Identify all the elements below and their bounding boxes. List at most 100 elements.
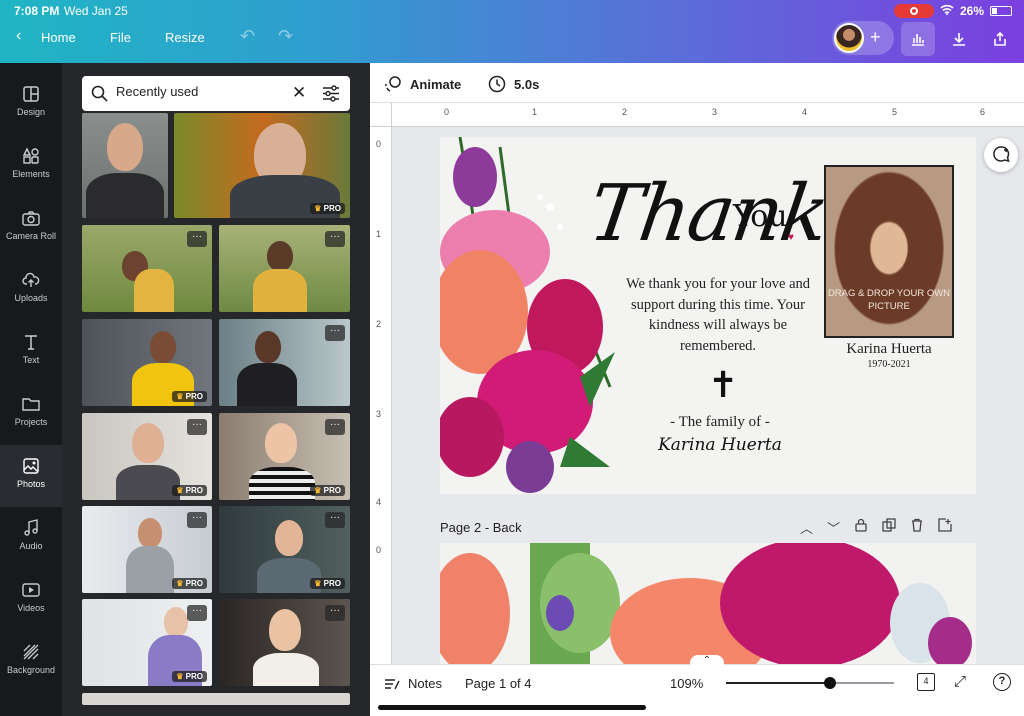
zoom-slider-handle[interactable] — [824, 677, 837, 689]
add-page-icon[interactable] — [938, 518, 952, 537]
insights-chart-icon[interactable] — [901, 22, 935, 56]
more-options-button[interactable]: ··· — [325, 419, 345, 435]
memorial-years[interactable]: 1970-2021 — [824, 359, 954, 370]
battery-percent: 26% — [959, 4, 984, 18]
photo-thumbnail[interactable]: ··· — [82, 225, 212, 312]
trash-icon[interactable] — [910, 518, 924, 537]
rail-item-uploads[interactable]: Uploads — [0, 259, 62, 321]
avatar[interactable] — [834, 23, 864, 53]
photo-thumbnail[interactable] — [82, 693, 350, 705]
file-menu-button[interactable]: File — [110, 30, 131, 45]
photo-thumbnail[interactable] — [82, 113, 168, 218]
lock-icon[interactable] — [854, 518, 868, 537]
photo-thumbnail[interactable]: ··· ♛ PRO — [219, 506, 350, 593]
animate-button[interactable]: Animate — [384, 75, 461, 93]
rail-label: Projects — [14, 417, 48, 427]
rail-item-design[interactable]: Design — [0, 73, 62, 135]
resize-button[interactable]: Resize — [165, 30, 205, 45]
more-options-button[interactable]: ··· — [325, 231, 345, 247]
more-options-button[interactable]: ··· — [325, 605, 345, 621]
filter-sliders-icon[interactable] — [322, 85, 340, 102]
design-page-front[interactable]: Thank You ♥ We thank you for your love a… — [440, 137, 976, 494]
rail-item-videos[interactable]: Videos — [0, 569, 62, 631]
you-title[interactable]: You — [733, 199, 788, 234]
rail-label: Audio — [19, 541, 43, 551]
home-button[interactable]: Home — [41, 30, 76, 45]
memorial-name[interactable]: Karina Huerta — [824, 341, 954, 358]
battery-icon — [990, 6, 1012, 16]
more-options-button[interactable]: ··· — [325, 512, 345, 528]
collaborators[interactable]: + — [832, 21, 894, 55]
search-input[interactable] — [116, 84, 286, 99]
left-rail: Design Elements Camera Roll Uploads Text… — [0, 63, 62, 716]
pro-badge: ♛ PRO — [172, 671, 207, 682]
duplicate-icon[interactable] — [882, 518, 896, 537]
ruler-tick: 6 — [980, 107, 986, 117]
more-options-button[interactable]: ··· — [187, 419, 207, 435]
undo-icon[interactable]: ↶ — [240, 26, 255, 47]
ruler-tick: 5 — [892, 107, 898, 117]
heart-icon: ♥ — [788, 232, 794, 243]
page-count-grid-icon[interactable]: 4 — [917, 673, 935, 691]
notes-button[interactable]: Notes — [384, 676, 442, 691]
more-options-button[interactable]: ··· — [187, 605, 207, 621]
rail-item-projects[interactable]: Projects — [0, 383, 62, 445]
page-indicator[interactable]: Page 1 of 4 — [465, 676, 532, 691]
photos-panel: ✕ ♛ PRO ··· ··· ♛ PRO — [62, 63, 370, 716]
rail-item-text[interactable]: Text — [0, 321, 62, 383]
duration-button[interactable]: 5.0s — [488, 75, 539, 93]
expand-pages-chevron-icon[interactable]: ⌃ — [690, 655, 724, 669]
redo-icon[interactable]: ↷ — [278, 26, 293, 47]
rail-label: Photos — [16, 479, 46, 489]
add-collaborator-plus-icon[interactable]: + — [870, 27, 881, 48]
move-page-down-chevron-icon[interactable]: ﹀ — [827, 518, 840, 537]
status-date: Wed Jan 25 — [64, 4, 128, 18]
portrait-photo-frame[interactable]: DRAG & DROP YOUR OWN PICTURE — [824, 165, 954, 338]
share-icon[interactable] — [983, 22, 1017, 56]
duration-label: 5.0s — [514, 76, 540, 92]
clear-search-close-icon[interactable]: ✕ — [292, 83, 306, 103]
photo-thumbnail[interactable]: ··· — [219, 225, 350, 312]
add-comment-icon[interactable] — [984, 138, 1018, 172]
back-chevron-icon[interactable]: ‹ — [16, 27, 21, 45]
help-icon[interactable]: ? — [993, 673, 1011, 691]
more-options-button[interactable]: ··· — [187, 231, 207, 247]
animate-label: Animate — [410, 76, 462, 92]
rail-item-photos[interactable]: Photos — [0, 445, 62, 507]
home-indicator — [378, 705, 646, 710]
zoom-level[interactable]: 109% — [670, 676, 703, 691]
rail-label: Elements — [12, 169, 50, 179]
rail-item-camera-roll[interactable]: Camera Roll — [0, 197, 62, 259]
rail-item-audio[interactable]: Audio — [0, 507, 62, 569]
photo-thumbnail[interactable]: ♛ PRO — [82, 319, 212, 406]
photo-thumbnail[interactable]: ··· — [219, 319, 350, 406]
page-2-title[interactable]: Page 2 - Back — [440, 520, 522, 535]
more-options-button[interactable]: ··· — [325, 325, 345, 341]
thank-script-title[interactable]: Thank — [584, 169, 833, 259]
fullscreen-expand-icon[interactable]: ⤢ — [954, 673, 966, 690]
photo-thumbnail[interactable]: ··· ♛ PRO — [219, 413, 350, 500]
thank-you-message[interactable]: We thank you for your love and support d… — [618, 274, 818, 356]
rail-item-background[interactable]: Background — [0, 631, 62, 693]
rail-item-elements[interactable]: Elements — [0, 135, 62, 197]
pro-badge: ♛ PRO — [172, 391, 207, 402]
photo-thumbnail[interactable]: ··· ♛ PRO — [82, 413, 212, 500]
photo-thumbnail[interactable]: ··· ♛ PRO — [82, 599, 212, 686]
zoom-slider[interactable] — [726, 677, 894, 689]
screen-recording-icon[interactable] — [893, 4, 934, 18]
more-options-button[interactable]: ··· — [187, 512, 207, 528]
photo-thumbnail[interactable]: ··· ♛ PRO — [82, 506, 212, 593]
signature-name[interactable]: Karina Huerta — [640, 435, 800, 455]
photo-thumbnail[interactable]: ··· — [219, 599, 350, 686]
floral-back-illustration — [440, 543, 972, 664]
animate-icon — [385, 76, 401, 92]
cross-icon[interactable]: ✝ — [708, 365, 738, 406]
photo-thumbnail[interactable]: ♛ PRO — [174, 113, 350, 218]
family-line[interactable]: - The family of - — [640, 414, 800, 431]
download-icon[interactable] — [942, 22, 976, 56]
search-bar[interactable]: ✕ — [82, 76, 350, 111]
pro-badge: ♛ PRO — [310, 203, 345, 214]
move-page-up-chevron-icon[interactable]: ︿ — [800, 518, 813, 537]
zoom-slider-fill — [726, 682, 831, 684]
design-page-back[interactable] — [440, 543, 976, 664]
